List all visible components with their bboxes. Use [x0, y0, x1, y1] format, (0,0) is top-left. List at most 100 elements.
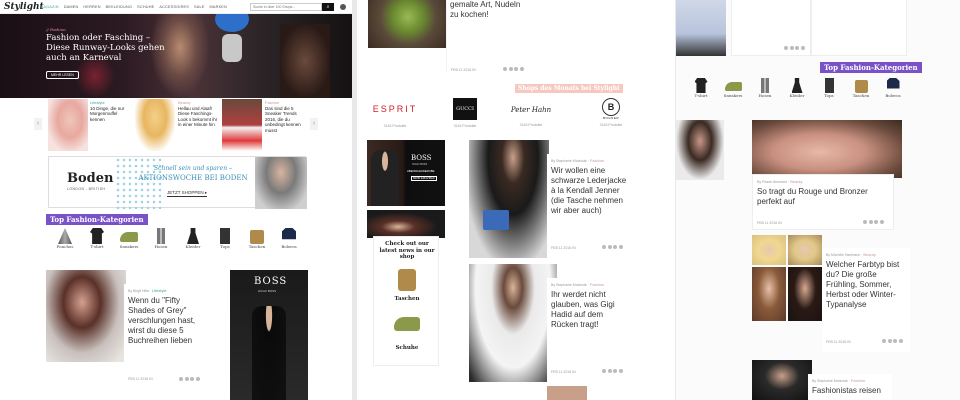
salad-image[interactable]	[368, 0, 448, 48]
article-card-travel[interactable]: By Stephanie Motzniak · Fashion Fashioni…	[808, 374, 892, 400]
carousel-item-2[interactable]: Beauty Hellau und Alaaf! Diese Faschings…	[178, 100, 218, 128]
nav-herren[interactable]: HERREN	[83, 5, 100, 9]
article-card-pasta[interactable]: gemalte Art, Nudeln zu kochen!	[446, 0, 530, 72]
main-nav: MAGAZIN DAMEN HERREN BEKLEIDUNG SCHUHE A…	[40, 5, 232, 9]
shop-box-item-taschen[interactable]: Taschen	[374, 296, 440, 302]
top-card[interactable]	[731, 0, 811, 56]
logo[interactable]: Stylight	[4, 2, 44, 12]
article-card-rouge[interactable]: By Friane Ahrmann · Beauty So tragt du R…	[752, 174, 894, 230]
article-image-reading[interactable]	[46, 270, 126, 362]
nav-schuhe[interactable]: SCHUHE	[137, 5, 154, 9]
category-hosen[interactable]: Hosen	[754, 78, 776, 98]
top-image-legs[interactable]	[676, 0, 726, 56]
boden-ad[interactable]: Boden LONDON - BRITISH Schnell sein und …	[48, 156, 307, 209]
category-tops[interactable]: Tops	[214, 228, 236, 249]
sneaker-icon[interactable]	[394, 317, 420, 331]
boss-small-ad[interactable]: BOSS HUGO BOSS ABENDGARDEROBE MEHR ERFAH…	[367, 140, 445, 206]
search-button[interactable]: ⌕	[322, 3, 334, 11]
category-ponchos[interactable]: Ponchos	[54, 228, 76, 249]
article-card-gigi[interactable]: By Stephanie Motzniak · Fashion Ihr werd…	[547, 278, 631, 382]
article-card-kendall[interactable]: By Stephanie Motzniak · Fashion Wir woll…	[547, 154, 631, 258]
carousel-item-3[interactable]: Fashion Das sind die 5 Sneaker Trends 20…	[265, 100, 307, 133]
share-icons[interactable]	[784, 46, 805, 50]
bag-icon	[854, 80, 868, 93]
category-taschen[interactable]: Taschen	[850, 80, 872, 98]
article-title: Welcher Farbtyp bist du? Die große Frühl…	[826, 260, 900, 309]
carousel-text-2: Hellau und Alaaf! Diese Faschings-Look s…	[178, 106, 218, 128]
carousel-prev-button[interactable]: ‹	[34, 118, 42, 130]
category-boleros[interactable]: Boleros	[278, 228, 300, 249]
ad-cta-button[interactable]: JETZT SHOPPEN ▸	[167, 190, 208, 197]
share-icons[interactable]	[863, 220, 884, 224]
hero-category: // Fashion	[46, 27, 66, 32]
left-thumb-girl[interactable]	[676, 120, 724, 180]
share-icons[interactable]	[602, 369, 623, 373]
top-icon	[220, 228, 230, 244]
bolero-icon	[282, 228, 296, 240]
nav-bekleidung[interactable]: BEKLEIDUNG	[106, 5, 132, 9]
category-kleider[interactable]: Kleider	[786, 78, 808, 98]
search-input[interactable]	[250, 3, 322, 11]
hero-title[interactable]: Fashion oder Fasching – Diese Runway-Loo…	[46, 33, 166, 64]
carousel-text-3: Das sind die 5 Sneaker Trends 2016, die …	[265, 106, 301, 133]
article-card-books[interactable]: By Birgit Hilla · Lifestyle Wenn du "Fif…	[124, 284, 208, 388]
shop-gucci[interactable]: GUCCI 3146 Produkte	[445, 98, 485, 128]
carousel-image-2[interactable]	[135, 99, 175, 151]
shop-bogner[interactable]: B BOGNER 3146 Produkte	[585, 98, 637, 127]
article-title: Fashionistas reisen	[812, 386, 881, 395]
nav-accessoires[interactable]: ACCESSOIRES	[159, 5, 189, 9]
bag-icon	[250, 230, 264, 244]
shop-peterhahn[interactable]: Peter Hahn 3146 Produkte	[503, 98, 559, 127]
hero-cta-button[interactable]: MEHR LESEN	[46, 71, 79, 79]
category-kleider[interactable]: Kleider	[182, 228, 204, 249]
ad-brand-sub: LONDON - BRITISH	[67, 187, 106, 191]
share-icons[interactable]	[602, 245, 623, 249]
top-icon	[824, 78, 834, 93]
user-icon[interactable]	[340, 4, 346, 10]
share-icons[interactable]	[882, 339, 903, 343]
article-date: FEB 11 2016 IN	[451, 68, 476, 72]
article-card-farbtyp[interactable]: By Michelle Hartmann · Beauty Welcher Fa…	[822, 248, 910, 352]
category-sneakers[interactable]: Sneakers	[118, 232, 140, 249]
boss-small-cta[interactable]: MEHR ERFAHREN	[411, 176, 437, 181]
ad-line2: AKTIONSWOCHE BEI BODEN	[138, 174, 248, 182]
nav-marken[interactable]: MARKEN	[210, 5, 227, 9]
category-boleros[interactable]: Boleros	[882, 78, 904, 98]
face-4	[788, 267, 822, 321]
bag-icon[interactable]	[398, 269, 416, 291]
carousel-item-1[interactable]: Lifestyle 10 Dinge, die nur Morgenmuffel…	[90, 100, 130, 122]
top-header: Stylight MAGAZIN DAMEN HERREN BEKLEIDUNG…	[0, 0, 352, 14]
trousers-icon	[761, 78, 769, 93]
category-tops[interactable]: Tops	[818, 78, 840, 98]
carousel-image-3[interactable]	[222, 99, 262, 151]
article-image-travel[interactable]	[752, 360, 812, 400]
article-title: gemalte Art, Nudeln zu kochen!	[450, 0, 521, 19]
category-tshirt[interactable]: T-shirt	[690, 78, 712, 98]
panel-magazine: gemalte Art, Nudeln zu kochen! FEB 11 20…	[357, 0, 675, 400]
dress-icon	[791, 78, 803, 93]
category-taschen[interactable]: Taschen	[246, 230, 268, 249]
shop-esprit[interactable]: ESPRIT 3146 Produkte	[367, 98, 423, 128]
carousel-cat-3: Fashion	[265, 100, 280, 105]
article-date: FEB 11 2016 IN	[128, 377, 153, 381]
shop-box-item-schuhe[interactable]: Schuhe	[374, 345, 440, 351]
category-sneakers[interactable]: Sneakers	[722, 82, 744, 98]
article-image-rouge[interactable]	[752, 120, 902, 178]
shop-box[interactable]: Check out our latest news in our shop Ta…	[373, 236, 439, 366]
carousel-text-1: 10 Dinge, die nur Morgenmuffel kennen	[90, 106, 125, 122]
face-3	[752, 267, 786, 321]
nav-sale[interactable]: SALE	[194, 5, 205, 9]
share-icons[interactable]	[179, 377, 200, 381]
carousel-image-1[interactable]	[48, 99, 88, 151]
category-hosen[interactable]: Hosen	[150, 228, 172, 249]
boss-ad[interactable]: BOSS HUGO BOSS	[230, 270, 308, 400]
carousel-next-button[interactable]: ›	[310, 118, 318, 130]
article-image-bottom[interactable]	[547, 386, 587, 400]
article-image-gigi[interactable]	[469, 264, 557, 382]
share-icons[interactable]	[503, 67, 524, 71]
nav-damen[interactable]: DAMEN	[64, 5, 79, 9]
article-image-kendall[interactable]	[469, 140, 549, 258]
nav-magazin[interactable]: MAGAZIN	[40, 5, 59, 9]
article-author: By Birgit Hilla · Lifestyle	[128, 288, 167, 293]
category-tshirt[interactable]: T-shirt	[86, 228, 108, 249]
